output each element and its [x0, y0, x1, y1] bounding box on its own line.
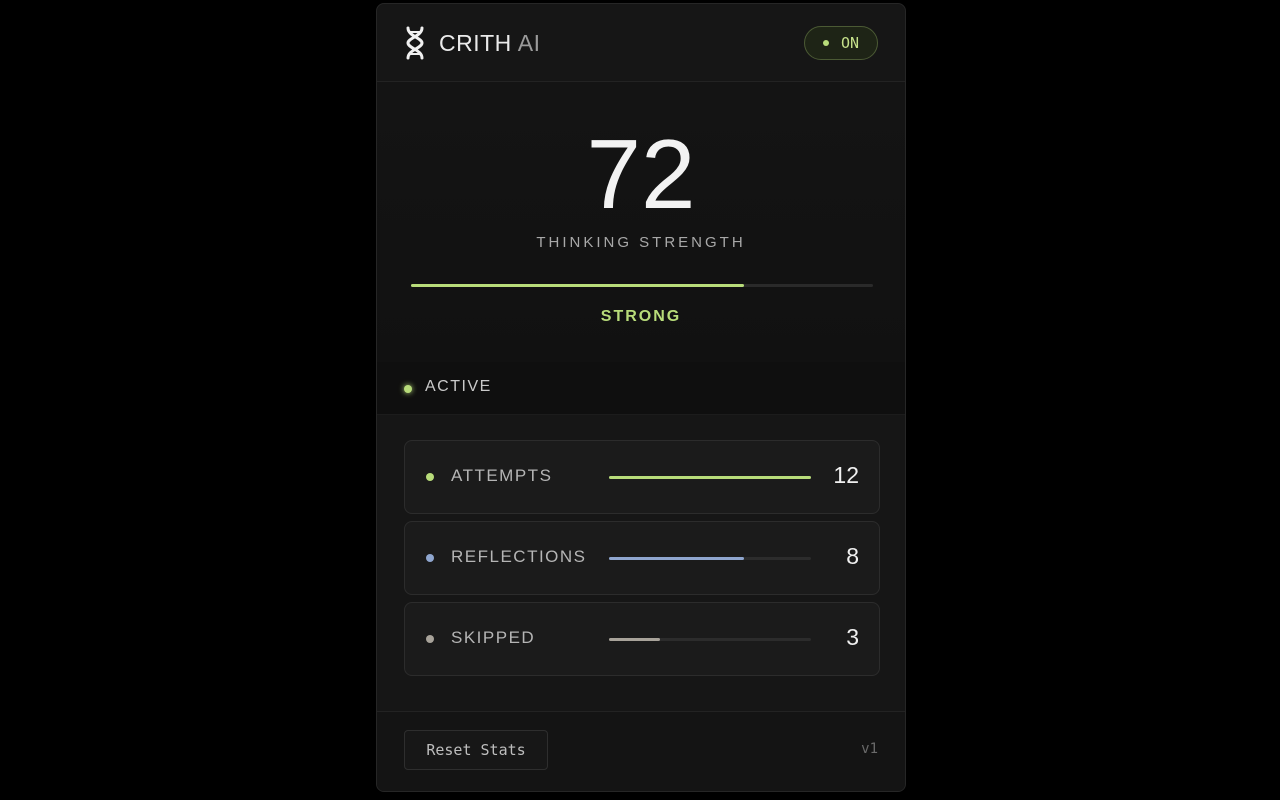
stat-bar — [609, 638, 811, 641]
stat-value: 12 — [833, 462, 859, 488]
stat-dot — [426, 473, 434, 481]
status-row: ACTIVE — [377, 362, 905, 415]
strength-level: STRONG — [600, 308, 682, 325]
stat-label: SKIPPED — [451, 628, 536, 647]
thinking-score: 72 — [586, 119, 696, 229]
stat-bar — [609, 476, 811, 479]
score-label: THINKING STRENGTH — [536, 234, 746, 251]
brand-title: CRITH AI — [439, 28, 541, 58]
stat-card-skipped: SKIPPED 3 — [404, 602, 880, 676]
stat-card-attempts: ATTEMPTS 12 — [404, 440, 880, 514]
brand-name: CRITH — [439, 30, 512, 56]
stat-bar-fill — [609, 476, 811, 479]
stat-bar — [609, 557, 811, 560]
stat-dot — [426, 635, 434, 643]
stat-label: ATTEMPTS — [451, 466, 553, 485]
stat-value: 8 — [846, 543, 859, 569]
status-dot — [404, 385, 412, 393]
footer: Reset Stats v1 — [377, 711, 905, 791]
stat-value: 3 — [846, 624, 859, 650]
toggle-status-dot — [822, 40, 829, 46]
crith-panel: CRITH AI ON 72 THINKING STRENGTH STRONG A… — [376, 3, 906, 792]
dna-icon — [406, 26, 424, 60]
header: CRITH AI ON — [377, 4, 905, 82]
stat-bar-fill — [609, 557, 744, 560]
score-section: 72 THINKING STRENGTH STRONG — [377, 82, 905, 363]
strength-progress-bar — [411, 284, 873, 287]
status-label: ACTIVE — [425, 378, 492, 395]
stat-bar-fill — [609, 638, 660, 641]
brand-suffix: AI — [517, 30, 541, 56]
version-label: v1 — [861, 741, 878, 757]
reset-stats-button[interactable]: Reset Stats — [404, 730, 548, 770]
strength-progress-fill — [411, 284, 744, 287]
stat-card-reflections: REFLECTIONS 8 — [404, 521, 880, 595]
toggle-label: ON — [840, 34, 860, 52]
stat-dot — [426, 554, 434, 562]
stat-label: REFLECTIONS — [451, 547, 587, 566]
power-toggle[interactable]: ON — [804, 26, 878, 60]
